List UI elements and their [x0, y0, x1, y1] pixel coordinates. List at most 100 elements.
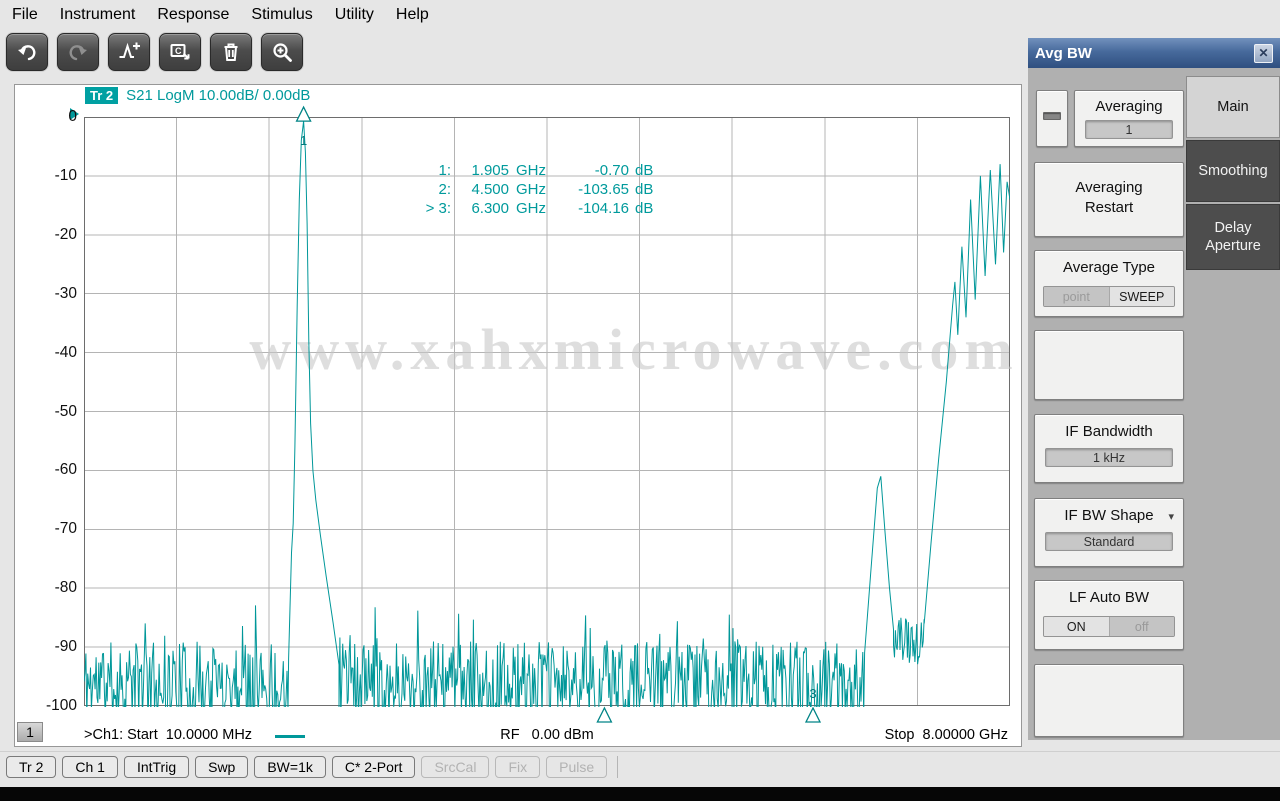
averaging-restart-label: Averaging Restart [1063, 163, 1155, 218]
average-type-sweep-option[interactable]: SWEEP [1109, 287, 1175, 306]
tab-label: Main [1198, 98, 1268, 116]
delete-button[interactable] [210, 33, 252, 71]
zoom-icon [270, 40, 294, 64]
status-swp[interactable]: Swp [195, 756, 248, 778]
y-tick-label: -50 [31, 403, 77, 421]
trace-plot-window: Tr 2 S21 LogM 10.00dB/ 0.00dB 0 -10 -20 -30… [14, 84, 1022, 747]
menu-item-utility[interactable]: Utility [335, 6, 374, 24]
tab-delay-aperture[interactable]: Delay Aperture [1186, 204, 1280, 270]
panel-tabs: Main Smoothing Delay Aperture [1186, 76, 1280, 272]
undo-icon [15, 40, 39, 64]
if-bandwidth-button[interactable]: IF Bandwidth 1 kHz [1034, 414, 1184, 483]
marker-1-label: 1 [300, 133, 307, 148]
tab-label: Delay Aperture [1198, 219, 1268, 255]
svg-text:C: C [175, 46, 182, 56]
marker-readout-cell: 4.500 [451, 180, 509, 199]
status-tr-2[interactable]: Tr 2 [6, 756, 56, 778]
average-type-toggle[interactable]: point SWEEP [1043, 286, 1175, 307]
lf-auto-bw-button[interactable]: LF Auto BW ON off [1034, 580, 1184, 650]
status-bw-1k[interactable]: BW=1k [254, 756, 326, 778]
marker-1-symbol[interactable] [297, 107, 311, 121]
statusbar-separator [617, 756, 618, 778]
watermark: www.xahxmicrowave.com [249, 317, 1018, 382]
tab-main[interactable]: Main [1186, 76, 1280, 138]
y-tick-label: -70 [31, 520, 77, 538]
toolbar: C [6, 33, 303, 75]
lf-auto-bw-label: LF Auto BW [1035, 581, 1183, 606]
bottom-edge [0, 787, 1280, 801]
status-pulse[interactable]: Pulse [546, 756, 607, 778]
marker-readout-row: 1:1.905GHz-0.70dB [411, 161, 653, 180]
menu-bar: File Instrument Response Stimulus Utility Hel… [0, 0, 1280, 30]
stimulus-stop-label[interactable]: Stop 8.00000 GHz [885, 727, 1008, 743]
marker-readout-cell: > 3: [411, 199, 451, 218]
marker-2-symbol[interactable] [597, 708, 611, 722]
trace-format-label[interactable]: S21 LogM 10.00dB/ 0.00dB [126, 87, 310, 104]
marker-readout-cell: dB [629, 199, 653, 218]
copy-channel-button[interactable]: C [159, 33, 201, 71]
copy-channel-icon: C [168, 40, 192, 64]
marker-readout-cell: dB [629, 180, 653, 199]
chevron-down-icon[interactable]: ▾ [1168, 510, 1174, 523]
marker-readout-cell: -103.65 [553, 180, 629, 199]
marker-readout-cell: 2: [411, 180, 451, 199]
trace-badge[interactable]: Tr 2 [85, 87, 118, 104]
menu-item-help[interactable]: Help [396, 6, 429, 24]
add-marker-button[interactable] [108, 33, 150, 71]
status-fix[interactable]: Fix [495, 756, 540, 778]
if-bw-shape-value-field[interactable]: Standard [1045, 532, 1173, 551]
marker-3-symbol[interactable] [806, 708, 820, 722]
marker-readout: 1:1.905GHz-0.70dB2:4.500GHz-103.65dB> 3:… [411, 161, 653, 218]
averaging-value-field[interactable]: 1 [1085, 120, 1173, 139]
y-tick-label: -80 [31, 579, 77, 597]
average-type-point-option[interactable]: point [1044, 287, 1109, 306]
close-icon[interactable]: ✕ [1254, 44, 1273, 63]
averaging-toggle-button[interactable] [1036, 90, 1068, 147]
marker-readout-row: 2:4.500GHz-103.65dB [411, 180, 653, 199]
tab-label: Smoothing [1198, 162, 1268, 180]
y-tick-label: -10 [31, 167, 77, 185]
tab-smoothing[interactable]: Smoothing [1186, 140, 1280, 202]
status-c-2-port[interactable]: C* 2-Port [332, 756, 416, 778]
marker-readout-cell: 1: [411, 161, 451, 180]
y-tick-label: -20 [31, 226, 77, 244]
marker-readout-cell: GHz [509, 180, 553, 199]
marker-readout-cell: dB [629, 161, 653, 180]
add-marker-icon [117, 40, 141, 64]
panel-title: Avg BW [1035, 45, 1254, 62]
if-bandwidth-value-field[interactable]: 1 kHz [1045, 448, 1173, 467]
channel-badge[interactable]: 1 [17, 722, 43, 742]
average-type-button[interactable]: Average Type point SWEEP [1034, 250, 1184, 317]
menu-item-instrument[interactable]: Instrument [60, 6, 136, 24]
lf-auto-bw-toggle[interactable]: ON off [1043, 616, 1175, 637]
averaging-label: Averaging [1075, 91, 1183, 115]
menu-item-response[interactable]: Response [157, 6, 229, 24]
status-srccal[interactable]: SrcCal [421, 756, 489, 778]
marker-readout-cell: 1.905 [451, 161, 509, 180]
blank-softkey-2 [1034, 664, 1184, 737]
avg-bw-panel: Avg BW ✕ Main Smoothing Delay Aperture Ave… [1028, 38, 1280, 740]
if-bandwidth-label: IF Bandwidth [1035, 415, 1183, 440]
averaging-restart-button[interactable]: Averaging Restart [1034, 162, 1184, 237]
status-ch-1[interactable]: Ch 1 [62, 756, 118, 778]
y-tick-label: -30 [31, 285, 77, 303]
y-tick-label: 0 [31, 108, 77, 126]
marker-3-label: 3 [809, 686, 816, 701]
rf-power-label[interactable]: RF 0.00 dBm [84, 727, 1010, 743]
menu-item-file[interactable]: File [12, 6, 38, 24]
averaging-button[interactable]: Averaging 1 [1074, 90, 1184, 147]
y-tick-label: -100 [31, 697, 77, 715]
zoom-button[interactable] [261, 33, 303, 71]
if-bw-shape-label: IF BW Shape [1035, 499, 1183, 524]
toggle-indicator-icon [1043, 112, 1061, 120]
marker-readout-cell: -0.70 [553, 161, 629, 180]
status-inttrig[interactable]: IntTrig [124, 756, 189, 778]
marker-readout-cell: GHz [509, 161, 553, 180]
if-bw-shape-button[interactable]: IF BW Shape ▾ Standard [1034, 498, 1184, 567]
lf-auto-bw-off-option[interactable]: off [1109, 617, 1175, 636]
lf-auto-bw-on-option[interactable]: ON [1044, 617, 1109, 636]
y-tick-label: -90 [31, 638, 77, 656]
undo-button[interactable] [6, 33, 48, 71]
panel-titlebar: Avg BW ✕ [1028, 38, 1280, 68]
menu-item-stimulus[interactable]: Stimulus [251, 6, 312, 24]
